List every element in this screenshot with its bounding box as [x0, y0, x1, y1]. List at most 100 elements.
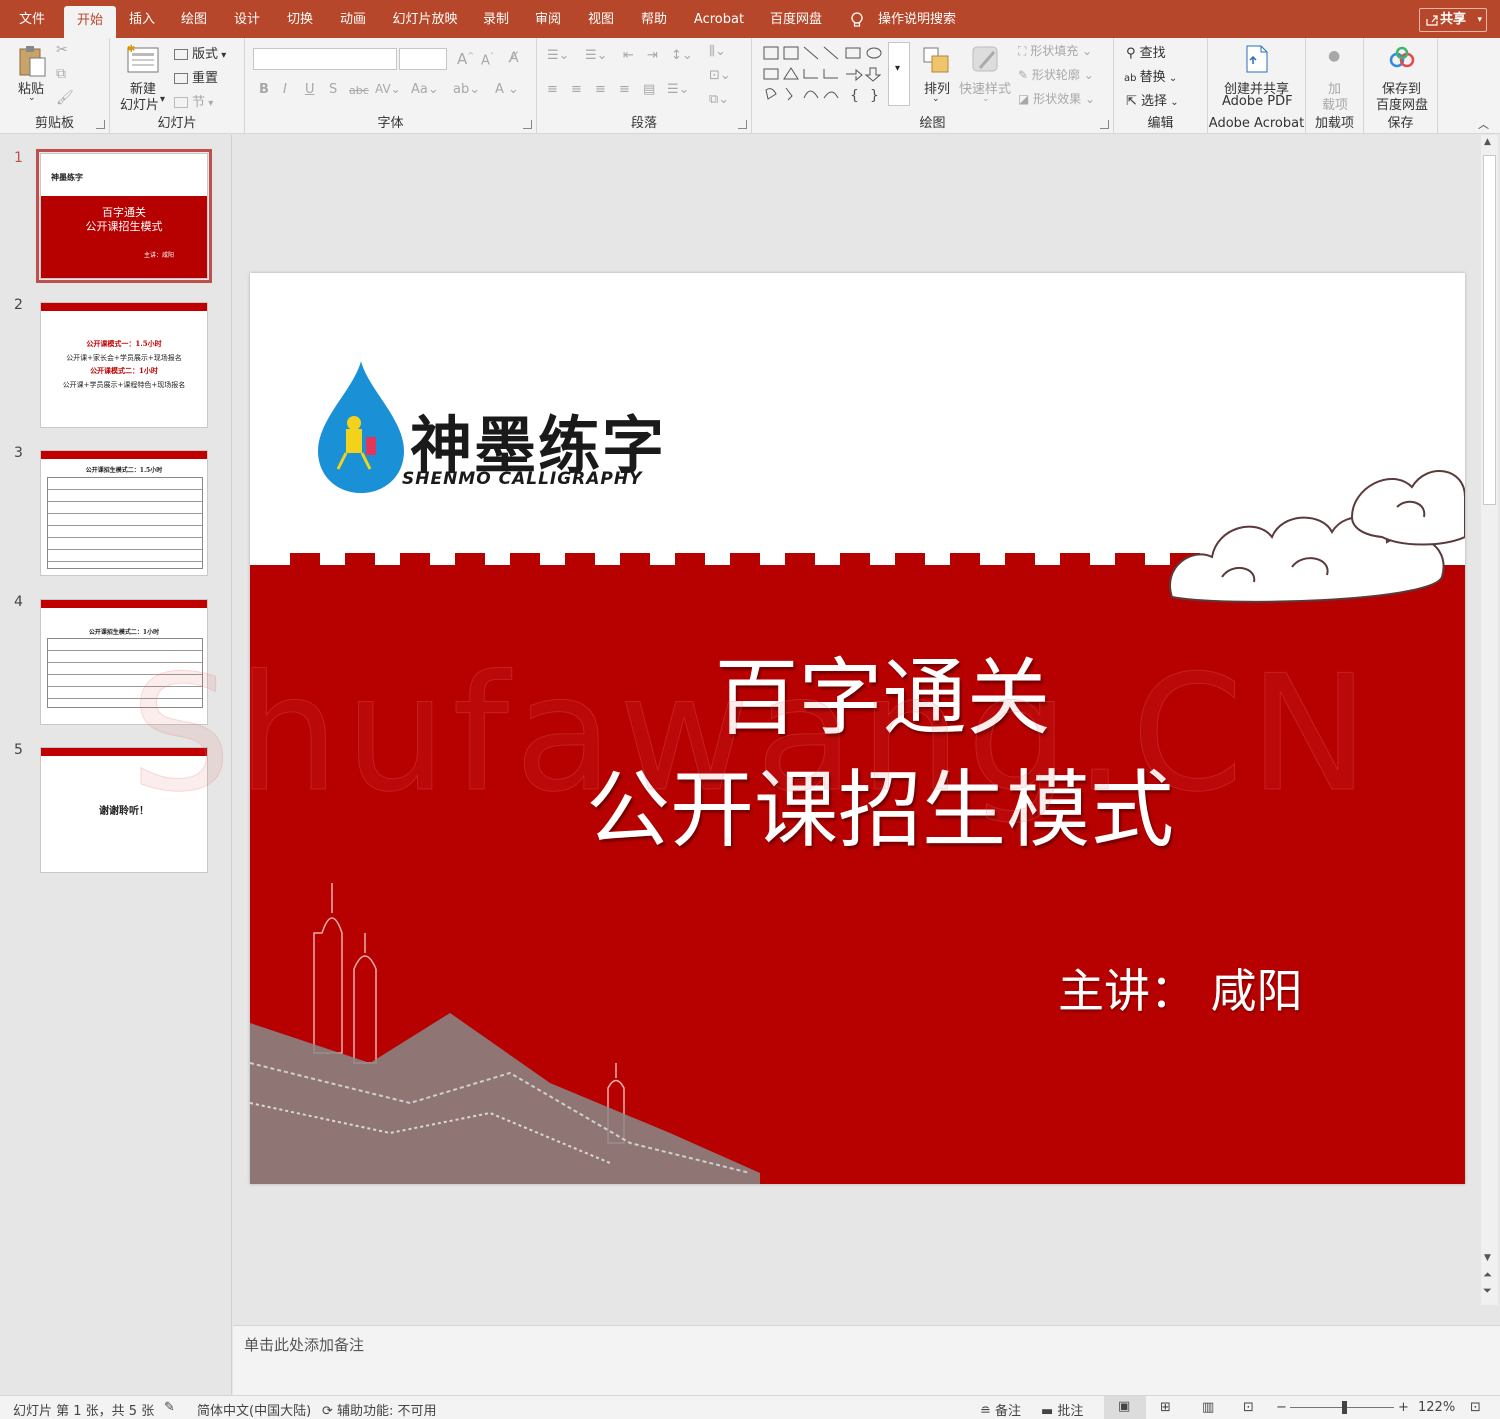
next-slide-icon[interactable]: ⏷: [1483, 1285, 1492, 1297]
copy-icon[interactable]: ⧉: [56, 66, 66, 82]
tab-file[interactable]: 文件: [12, 0, 52, 38]
scroll-up-icon[interactable]: ▲: [1484, 137, 1491, 147]
chevron-down-icon[interactable]: ⌄: [982, 94, 990, 104]
layout-button[interactable]: 版式 ▾: [174, 43, 226, 62]
align-center-icon[interactable]: ≡: [571, 82, 582, 97]
slide-sorter-icon[interactable]: ⊞: [1160, 1400, 1171, 1415]
font-name-box[interactable]: [253, 48, 397, 70]
shapes-more-button[interactable]: ▾: [888, 42, 910, 106]
distributed-icon[interactable]: ▤: [643, 82, 655, 97]
share-button[interactable]: 共享 ▾: [1419, 8, 1487, 32]
slide-thumbnail-4[interactable]: 公开课招生模式二：1小时: [40, 599, 208, 725]
tab-draw[interactable]: 绘图: [174, 0, 214, 38]
new-slide-icon[interactable]: ✱: [126, 44, 160, 74]
format-painter-icon[interactable]: 🖌: [56, 90, 74, 106]
paste-icon[interactable]: [16, 44, 48, 78]
select-button[interactable]: ⇱ 选择 ⌄: [1126, 90, 1179, 109]
shape-outline-button[interactable]: ✎ 形状轮廓 ⌄: [1018, 66, 1094, 83]
notes-pane[interactable]: 单击此处添加备注: [233, 1325, 1500, 1395]
save-to-label-2[interactable]: 百度网盘: [1376, 94, 1428, 113]
slide-thumbnail-5[interactable]: 谢谢聆听！: [40, 747, 208, 873]
zoom-slider-thumb[interactable]: [1342, 1401, 1347, 1414]
chevron-down-icon[interactable]: ▾: [160, 94, 165, 105]
columns-icon[interactable]: ☰⌄: [667, 82, 690, 97]
numbering-icon[interactable]: ☰⌄: [585, 48, 608, 63]
baidu-netdisk-icon[interactable]: [1388, 46, 1416, 70]
underline-icon[interactable]: U: [305, 82, 315, 97]
align-left-icon[interactable]: ≡: [547, 82, 558, 97]
reading-view-icon[interactable]: ▥: [1202, 1400, 1214, 1415]
zoom-level[interactable]: 122%: [1418, 1400, 1455, 1415]
char-spacing-icon[interactable]: AV⌄: [375, 82, 401, 96]
tab-slideshow[interactable]: 幻灯片放映: [387, 0, 463, 38]
chevron-down-icon[interactable]: ⌄: [28, 93, 36, 103]
clipboard-launcher-icon[interactable]: [96, 120, 105, 129]
shapes-gallery-icon[interactable]: {}: [762, 44, 886, 106]
create-pdf-label-2[interactable]: Adobe PDF: [1222, 94, 1293, 109]
pdf-share-icon[interactable]: [1244, 44, 1270, 74]
new-slide-label-2[interactable]: 幻灯片: [120, 94, 159, 113]
bold-icon[interactable]: B: [259, 82, 269, 97]
zoom-in-icon[interactable]: +: [1398, 1400, 1409, 1415]
notes-placeholder[interactable]: 单击此处添加备注: [244, 1334, 364, 1355]
replace-button[interactable]: ab 替换 ⌄: [1124, 66, 1177, 85]
tab-home[interactable]: 开始: [64, 6, 116, 38]
addins-label-2[interactable]: 载项: [1322, 94, 1348, 113]
accessibility-button[interactable]: ⟳ 辅助功能: 不可用: [322, 1400, 437, 1419]
slide-canvas[interactable]: 神墨练字 SHENMO CALLIGRAPHY 百字通关 公开课招生模式 主讲：…: [250, 273, 1465, 1184]
italic-icon[interactable]: I: [283, 82, 287, 97]
notes-toggle-button[interactable]: ≘ 备注: [980, 1400, 1021, 1419]
shrink-font-icon[interactable]: Aˇ: [481, 52, 494, 68]
strikethrough-icon[interactable]: abc: [349, 84, 369, 97]
language-indicator[interactable]: 简体中文(中国大陆): [197, 1400, 311, 1419]
justify-icon[interactable]: ≡: [619, 82, 630, 97]
quick-styles-icon[interactable]: [970, 44, 1002, 76]
arrange-icon[interactable]: [922, 46, 952, 76]
increase-indent-icon[interactable]: ⇥: [647, 48, 658, 63]
smartart-icon[interactable]: ⧉⌄: [709, 92, 729, 107]
clear-format-icon[interactable]: A̸: [509, 50, 519, 66]
text-direction-icon[interactable]: ⫼⌄: [709, 44, 726, 59]
font-size-box[interactable]: [399, 48, 447, 70]
tab-help[interactable]: 帮助: [634, 0, 674, 38]
tab-review[interactable]: 审阅: [528, 0, 568, 38]
tab-insert[interactable]: 插入: [122, 0, 162, 38]
drawing-launcher-icon[interactable]: [1100, 120, 1109, 129]
comments-toggle-button[interactable]: ▬ 批注: [1041, 1400, 1083, 1419]
tab-transitions[interactable]: 切换: [280, 0, 320, 38]
addin-icon[interactable]: ●: [1328, 48, 1340, 64]
slide-thumbnail-1[interactable]: 神墨练字 百字通关 公开课招生模式 主讲：咸阳: [36, 149, 212, 283]
bullets-icon[interactable]: ☰⌄: [547, 48, 570, 63]
change-case-icon[interactable]: Aa⌄: [411, 82, 439, 97]
tab-view[interactable]: 视图: [581, 0, 621, 38]
zoom-out-icon[interactable]: −: [1276, 1400, 1287, 1415]
slide-thumbnail-2[interactable]: 公开课模式一：1.5小时 公开课+家长会+学员展示+现场报名 公开课模式二：1小…: [40, 302, 208, 428]
spell-check-icon[interactable]: ✎: [164, 1400, 175, 1415]
font-launcher-icon[interactable]: [523, 120, 532, 129]
tab-animations[interactable]: 动画: [333, 0, 373, 38]
decrease-indent-icon[interactable]: ⇤: [623, 48, 634, 63]
slide-presenter-text[interactable]: 主讲： 咸阳: [1058, 955, 1303, 1021]
section-button[interactable]: 节 ▾: [174, 91, 213, 110]
tab-baidu-netdisk[interactable]: 百度网盘: [764, 0, 828, 38]
align-text-icon[interactable]: ⊡⌄: [709, 68, 731, 83]
slideshow-icon[interactable]: ⊡: [1243, 1400, 1254, 1415]
normal-view-button[interactable]: ▣: [1104, 1396, 1146, 1419]
reset-button[interactable]: 重置: [174, 67, 218, 86]
shape-effects-button[interactable]: ◪ 形状效果 ⌄: [1018, 90, 1095, 107]
slide-thumbnail-3[interactable]: 公开课招生模式二：1.5小时: [40, 450, 208, 576]
collapse-ribbon-icon[interactable]: ︿: [1478, 116, 1489, 132]
tab-design[interactable]: 设计: [227, 0, 267, 38]
shape-fill-button[interactable]: ⛶ 形状填充 ⌄: [1018, 42, 1092, 59]
previous-slide-icon[interactable]: ⏶: [1483, 1269, 1492, 1281]
shadow-icon[interactable]: S: [329, 82, 337, 97]
slide-title-line-1[interactable]: 百字通关: [250, 631, 1465, 752]
tab-record[interactable]: 录制: [476, 0, 516, 38]
fit-to-window-icon[interactable]: ⊡: [1470, 1400, 1481, 1415]
vertical-scrollbar[interactable]: ▲ ▼ ⏶ ⏷: [1481, 135, 1498, 1305]
line-spacing-icon[interactable]: ↕⌄: [671, 48, 693, 63]
slide-title-line-2[interactable]: 公开课招生模式: [250, 743, 1465, 864]
chevron-down-icon[interactable]: ⌄: [932, 94, 940, 104]
font-color-icon[interactable]: A ⌄: [495, 82, 519, 97]
find-button[interactable]: ⚲ 查找: [1126, 42, 1166, 61]
